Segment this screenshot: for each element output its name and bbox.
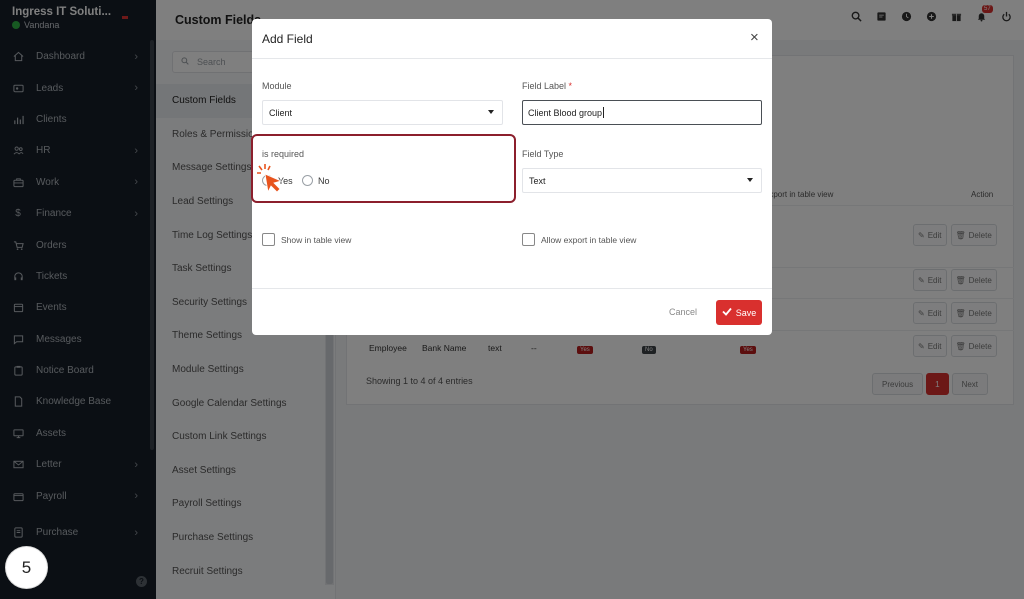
save-button[interactable]: Save — [716, 300, 762, 325]
allow-export-checkbox[interactable]: Allow export in table view — [522, 233, 636, 246]
step-number-badge: 5 — [6, 547, 47, 588]
checkbox — [262, 233, 275, 246]
click-pointer-icon — [257, 164, 283, 194]
modal-title: Add Field — [262, 32, 313, 46]
cancel-button[interactable]: Cancel — [669, 307, 697, 317]
highlight-box — [251, 134, 516, 203]
check-icon — [722, 307, 732, 318]
field-type-select[interactable]: Text — [522, 168, 762, 193]
field-label-text: Field Label — [522, 81, 567, 91]
module-selected-value: Client — [269, 107, 293, 118]
text-cursor — [603, 107, 605, 118]
modal-header-divider — [252, 58, 772, 59]
module-select[interactable]: Client — [262, 100, 503, 125]
field-label-label: Field Label * — [522, 81, 572, 91]
checkbox — [522, 233, 535, 246]
field-type-label: Field Type — [522, 149, 564, 159]
field-label-input[interactable]: Client Blood group — [522, 100, 762, 125]
show-in-table-checkbox[interactable]: Show in table view — [262, 233, 351, 246]
field-type-selected-value: Text — [529, 175, 546, 186]
allow-export-label: Allow export in table view — [541, 234, 637, 245]
caret-down-icon — [747, 178, 753, 182]
show-in-table-label: Show in table view — [281, 234, 352, 245]
required-asterisk: * — [568, 81, 573, 91]
field-label-value: Client Blood group — [528, 107, 603, 118]
save-label: Save — [735, 307, 757, 318]
close-icon[interactable]: × — [750, 29, 759, 46]
caret-down-icon — [488, 110, 494, 114]
module-label: Module — [262, 81, 292, 91]
modal-footer-divider — [252, 288, 772, 289]
